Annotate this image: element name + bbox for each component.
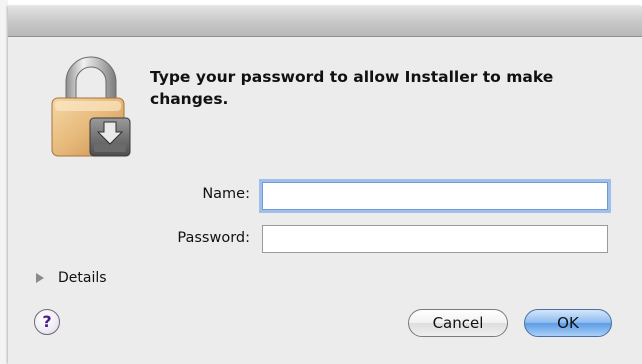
cancel-button-label: Cancel — [432, 314, 484, 332]
disclosure-triangle-icon[interactable] — [36, 273, 44, 283]
details-disclosure[interactable]: Details — [36, 270, 107, 286]
lock-icon — [46, 52, 136, 160]
dialog-titlebar — [8, 6, 642, 37]
cancel-button[interactable]: Cancel — [408, 309, 508, 337]
dialog-prompt: Type your password to allow Installer to… — [150, 68, 554, 108]
ok-button[interactable]: OK — [524, 309, 612, 337]
help-icon: ? — [42, 312, 52, 331]
background-window-edge — [0, 0, 8, 364]
name-field[interactable] — [262, 182, 608, 210]
password-field[interactable] — [262, 225, 608, 253]
help-button[interactable]: ? — [34, 309, 60, 335]
authentication-dialog: Type your password to allow Installer to… — [8, 6, 642, 364]
details-label: Details — [58, 270, 107, 286]
ok-button-label: OK — [557, 314, 579, 332]
password-label: Password: — [177, 230, 250, 246]
name-label: Name: — [202, 186, 250, 202]
